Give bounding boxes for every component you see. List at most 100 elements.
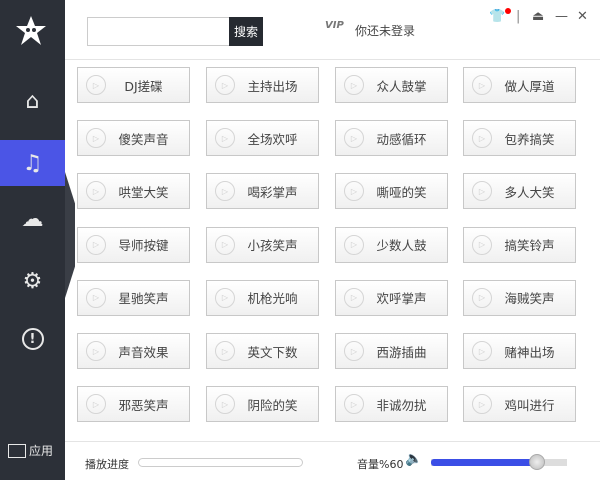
search-button[interactable]: 搜索: [229, 17, 263, 46]
play-icon: ▷: [472, 234, 492, 255]
play-icon: ▷: [86, 341, 106, 361]
close-icon[interactable]: ✕: [577, 9, 588, 24]
sound-button[interactable]: ▷ 英文下数: [206, 333, 319, 369]
sound-button[interactable]: ▷ 主持出场: [206, 67, 319, 103]
sound-label: 声音效果: [118, 344, 169, 360]
sound-label: 少数人鼓: [376, 238, 427, 254]
sidebar-item-home[interactable]: ⌂: [0, 78, 65, 124]
sound-label: 星驰笑声: [118, 291, 169, 307]
progress-bar[interactable]: [138, 458, 303, 467]
sound-label: 西游插曲: [376, 344, 427, 360]
play-icon: ▷: [215, 394, 235, 415]
toolbox-icon: [8, 443, 26, 458]
play-icon: ▷: [86, 128, 106, 149]
sound-button[interactable]: ▷ 喝彩掌声: [206, 173, 319, 210]
play-icon: ▷: [86, 234, 106, 255]
sound-label: 鸡叫进行: [504, 397, 555, 413]
sound-button[interactable]: ▷ 动感循环: [335, 120, 448, 157]
player-bar: 播放进度 音量%60 🔈: [65, 441, 600, 480]
play-icon: ▷: [86, 181, 106, 202]
play-icon: ▷: [472, 181, 492, 202]
sound-button[interactable]: ▷ 傻笑声音: [77, 120, 190, 157]
play-icon: ▷: [344, 287, 364, 308]
sound-label: 做人厚道: [504, 78, 555, 94]
sound-label: 众人鼓掌: [376, 78, 427, 94]
sound-label: 机枪光响: [247, 291, 298, 307]
play-icon: ▷: [86, 75, 106, 95]
sound-button[interactable]: ▷ 小孩笑声: [206, 226, 319, 263]
sound-button[interactable]: ▷ 西游插曲: [335, 333, 448, 369]
play-icon: ▷: [215, 234, 235, 255]
play-icon: ▷: [215, 287, 235, 308]
sound-button[interactable]: ▷ 众人鼓掌: [335, 67, 448, 103]
sound-label: 阴险的笑: [247, 397, 298, 413]
play-icon: ▷: [344, 341, 364, 361]
sound-button[interactable]: ▷ 全场欢呼: [206, 120, 319, 157]
login-status[interactable]: 你还未登录: [355, 22, 415, 39]
sound-button[interactable]: ▷ 声音效果: [77, 333, 190, 369]
sound-button[interactable]: ▷ 星驰笑声: [77, 279, 190, 316]
play-icon: ▷: [344, 181, 364, 202]
sound-label: 主持出场: [247, 78, 298, 94]
sound-button[interactable]: ▷ 包养搞笑: [463, 120, 576, 157]
music-file-icon: ♫: [22, 150, 43, 176]
sound-button[interactable]: ▷ 少数人鼓: [335, 226, 448, 263]
progress-label: 播放进度: [85, 458, 129, 471]
apps-label: 应用: [29, 444, 54, 458]
sidebar-item-settings[interactable]: ⚙: [0, 258, 65, 304]
play-icon: ▷: [472, 287, 492, 308]
sound-button[interactable]: ▷ 嘶哑的笑: [335, 173, 448, 210]
eject-icon[interactable]: ⏏: [532, 9, 544, 24]
sound-label: 导师按键: [118, 238, 169, 254]
sound-button[interactable]: ▷ 机枪光响: [206, 279, 319, 316]
play-icon: ▷: [215, 75, 235, 95]
sound-button[interactable]: ▷ 欢呼掌声: [335, 279, 448, 316]
volume-slider[interactable]: [431, 454, 567, 470]
sound-button[interactable]: ▷ 阴险的笑: [206, 386, 319, 423]
speaker-icon[interactable]: 🔈: [405, 451, 422, 467]
sound-label: 傻笑声音: [118, 131, 169, 147]
apps-button[interactable]: 应用: [8, 442, 53, 459]
play-icon: ▷: [472, 128, 492, 149]
sound-label: 喝彩掌声: [247, 184, 298, 200]
sound-button[interactable]: ▷ 邪恶笑声: [77, 386, 190, 423]
divider: |: [516, 9, 521, 24]
sound-button[interactable]: ▷ 哄堂大笑: [77, 173, 190, 210]
header: 搜索 VIP 你还未登录 👕 | ⏏ — ✕: [65, 0, 600, 60]
sidebar: ⌂ ♫ ☁ ⚙ ! 应用: [0, 0, 65, 480]
sound-button[interactable]: ▷ 海贼笑声: [463, 279, 576, 316]
sidebar-item-cloud[interactable]: ☁: [0, 196, 65, 242]
play-icon: ▷: [344, 75, 364, 95]
sound-button[interactable]: ▷ DJ搓碟: [77, 67, 190, 103]
sidebar-item-music[interactable]: ♫: [0, 140, 65, 186]
sound-button[interactable]: ▷ 赌神出场: [463, 333, 576, 369]
volume-fill: [431, 459, 538, 466]
search-input[interactable]: [87, 17, 229, 46]
sound-button[interactable]: ▷ 搞笑铃声: [463, 226, 576, 263]
play-icon: ▷: [344, 234, 364, 255]
sound-button[interactable]: ▷ 做人厚道: [463, 67, 576, 103]
sound-label: 海贼笑声: [504, 291, 555, 307]
sound-button[interactable]: ▷ 鸡叫进行: [463, 386, 576, 423]
skin-icon[interactable]: 👕: [489, 9, 505, 24]
play-icon: ▷: [215, 128, 235, 149]
app-logo-icon: [16, 16, 46, 45]
sound-button[interactable]: ▷ 导师按键: [77, 226, 190, 263]
sound-label: 嘶哑的笑: [376, 184, 427, 200]
volume-knob[interactable]: [529, 454, 546, 470]
collapse-handle[interactable]: [65, 172, 75, 298]
sound-button[interactable]: ▷ 非诚勿扰: [335, 386, 448, 423]
play-icon: ▷: [344, 394, 364, 415]
sound-label: DJ搓碟: [124, 78, 163, 94]
sound-button[interactable]: ▷ 多人大笑: [463, 173, 576, 210]
sound-label: 全场欢呼: [247, 131, 298, 147]
cloud-icon: ☁: [21, 206, 44, 232]
sidebar-item-alert[interactable]: !: [0, 316, 65, 362]
play-icon: ▷: [472, 341, 492, 361]
sound-label: 动感循环: [376, 131, 427, 147]
minimize-icon[interactable]: —: [555, 9, 568, 24]
gear-icon: ⚙: [22, 268, 43, 294]
play-icon: ▷: [86, 394, 106, 415]
play-icon: ▷: [472, 394, 492, 415]
play-icon: ▷: [344, 128, 364, 149]
